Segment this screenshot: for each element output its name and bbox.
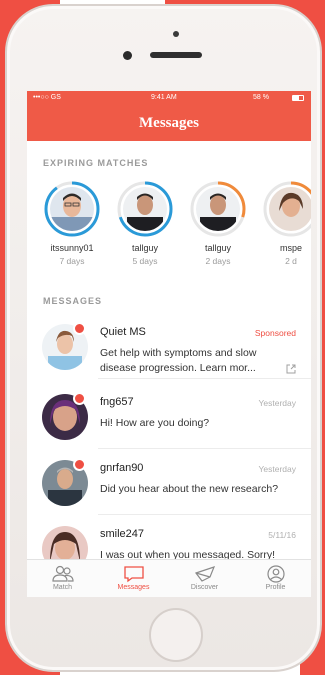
tab-label: Discover xyxy=(190,584,219,591)
message-sender: fng657 xyxy=(100,396,134,408)
page-title: Messages xyxy=(139,115,199,131)
chat-icon xyxy=(123,566,144,583)
match-avatar xyxy=(196,187,240,231)
row-divider xyxy=(98,378,311,379)
message-preview: Did you hear about the new research? xyxy=(100,483,279,495)
people-icon xyxy=(51,565,74,582)
match-avatar xyxy=(50,187,94,231)
profile-icon xyxy=(266,565,285,583)
message-preview: Get help with symptoms and slow disease … xyxy=(100,347,257,374)
match-ring xyxy=(44,181,100,237)
tab-label: Profile xyxy=(265,584,286,591)
unread-dot xyxy=(73,392,86,405)
message-sender: gnrfan90 xyxy=(100,462,144,474)
discover-icon xyxy=(194,566,215,582)
tab-bar: Match Messages Discover Profile xyxy=(27,559,311,597)
message-sender: smile247 xyxy=(100,528,145,540)
tab-messages[interactable]: Messages xyxy=(98,560,169,597)
match-ring xyxy=(190,181,246,237)
sponsored-label: Sponsored xyxy=(254,328,296,338)
message-row[interactable]: gnrfan90 Yesterday Did you hear about th… xyxy=(27,449,311,515)
message-time: 5/11/16 xyxy=(268,530,296,540)
app-screen: •••○○ GS 9:41 AM 58 % Messages EXPIRING … xyxy=(27,91,311,597)
expiring-match-item[interactable]: tallguy 5 days xyxy=(110,181,180,266)
expiring-match-item[interactable]: tallguy 2 days xyxy=(183,181,253,266)
stage: •••○○ GS 9:41 AM 58 % Messages EXPIRING … xyxy=(0,0,325,675)
match-ring xyxy=(117,181,173,237)
status-bar: •••○○ GS 9:41 AM 58 % xyxy=(27,91,311,105)
match-name: tallguy xyxy=(204,243,231,253)
expiring-match-item[interactable]: mspe 2 d xyxy=(256,181,311,266)
external-link-icon[interactable] xyxy=(286,364,296,374)
match-name: itssunny01 xyxy=(50,243,94,253)
carrier-signal: •••○○ GS xyxy=(33,94,61,101)
tab-discover[interactable]: Discover xyxy=(169,560,240,597)
status-time: 9:41 AM xyxy=(151,94,177,101)
match-days-left: 2 d xyxy=(285,256,297,266)
battery-icon xyxy=(292,95,304,101)
message-preview: Hi! How are you doing? xyxy=(100,417,210,429)
tab-match[interactable]: Match xyxy=(27,560,98,597)
match-ring xyxy=(263,181,311,237)
earpiece-speaker xyxy=(150,52,202,58)
message-time: Yesterday xyxy=(258,398,297,408)
match-days-left: 2 days xyxy=(205,256,231,266)
tab-label: Match xyxy=(52,584,73,591)
match-avatar xyxy=(123,187,167,231)
messages-header: MESSAGES xyxy=(43,296,103,306)
tab-profile[interactable]: Profile xyxy=(240,560,311,597)
message-row[interactable]: fng657 Yesterday Hi! How are you doing? xyxy=(27,383,311,449)
unread-dot xyxy=(73,458,86,471)
match-days-left: 5 days xyxy=(132,256,158,266)
expiring-matches-header: EXPIRING MATCHES xyxy=(43,158,149,168)
match-name: tallguy xyxy=(131,243,158,253)
message-time: Yesterday xyxy=(258,464,297,474)
expiring-match-item[interactable]: itssunny01 7 days xyxy=(37,181,107,266)
message-sender: Quiet MS xyxy=(100,326,146,338)
tab-label: Messages xyxy=(117,584,150,591)
home-button[interactable] xyxy=(149,608,203,662)
nav-bar: Messages xyxy=(27,105,311,141)
match-days-left: 7 days xyxy=(59,256,85,266)
proximity-sensor xyxy=(123,51,132,60)
match-avatar xyxy=(269,187,311,231)
message-row[interactable]: Quiet MS Sponsored Get help with symptom… xyxy=(27,313,311,379)
unread-dot xyxy=(73,322,86,335)
match-name: mspe xyxy=(279,243,302,253)
battery-percent: 58 % xyxy=(253,94,269,101)
front-camera xyxy=(173,31,179,37)
